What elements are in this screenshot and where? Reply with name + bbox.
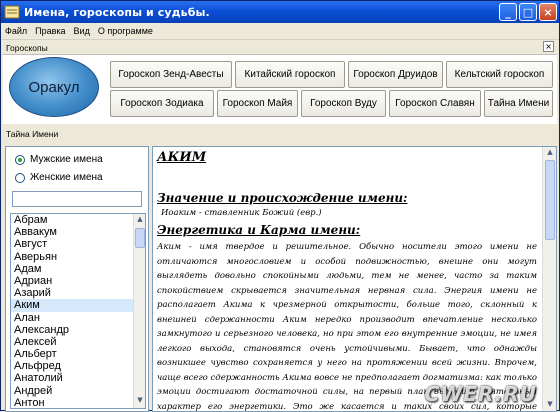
names-list[interactable]: Абрам Аввакум Август Аверьян Адам Адриан… (10, 213, 146, 409)
list-item[interactable]: Аверьян (11, 251, 133, 263)
window-controls: _ □ × (499, 3, 557, 21)
names-section-label: Тайна Имени (6, 129, 59, 139)
list-item[interactable]: Аввакум (11, 226, 133, 238)
name-filter-input[interactable] (12, 191, 142, 207)
slavic-horoscope-button[interactable]: Гороскоп Славян (389, 90, 481, 117)
menu-view[interactable]: Вид (74, 26, 90, 36)
oracle-button[interactable]: Оракул (9, 57, 99, 117)
maximize-icon[interactable]: □ (519, 3, 537, 21)
title-bar[interactable]: Имена, гороскопы и судьбы. _ □ × (1, 1, 559, 23)
energy-heading: Энергетика и Карма имени: (157, 223, 361, 237)
close-icon[interactable]: × (539, 3, 557, 21)
zend-avesta-horoscope-button[interactable]: Гороскоп Зенд-Авесты (110, 61, 232, 88)
watermark-logo: CWER.RU (424, 382, 537, 406)
scroll-down-icon[interactable]: ▼ (135, 396, 145, 407)
list-item[interactable]: Адам (11, 263, 133, 275)
names-panel: Мужские имена Женские имена Абрам Авваку… (5, 146, 149, 412)
male-radio-label: Мужские имена (30, 154, 103, 165)
list-item[interactable]: Антон (11, 397, 133, 408)
menu-edit[interactable]: Правка (35, 26, 65, 36)
description-text: АКИМ Значение и происхождение имени: Иоа… (157, 150, 537, 411)
list-item[interactable]: Август (11, 238, 133, 250)
description-scrollbar[interactable]: ▲ ▼ (542, 147, 556, 411)
scroll-thumb[interactable] (135, 228, 145, 248)
list-item[interactable]: Абрам (11, 214, 133, 226)
male-radio[interactable] (15, 154, 25, 165)
list-item[interactable]: Алексей (11, 336, 133, 348)
app-icon (4, 5, 20, 19)
window-title: Имена, гороскопы и судьбы. (24, 5, 210, 19)
meaning-text: Иоаким - ставленник Божий (евр.) (161, 208, 322, 218)
scroll-up-icon[interactable]: ▲ (545, 148, 555, 158)
female-radio[interactable] (15, 172, 25, 183)
voodoo-horoscope-button[interactable]: Гороскоп Вуду (301, 90, 386, 117)
maya-horoscope-button[interactable]: Гороскоп Майя (217, 90, 298, 117)
list-item[interactable]: Альфред (11, 360, 133, 372)
zodiac-horoscope-button[interactable]: Гороскоп Зодиака (110, 90, 214, 117)
list-item[interactable]: Александр (11, 324, 133, 336)
list-item[interactable]: Азарий (11, 287, 133, 299)
horoscopes-label: Гороскопы (6, 43, 48, 53)
scroll-thumb[interactable] (545, 160, 555, 240)
app-window: Имена, гороскопы и судьбы. _ □ × Файл Пр… (0, 0, 560, 412)
minimize-icon[interactable]: _ (499, 3, 517, 21)
female-radio-label: Женские имена (30, 172, 103, 183)
list-item[interactable]: Адриан (11, 275, 133, 287)
oracle-label: Оракул (28, 78, 80, 96)
celtic-horoscope-button[interactable]: Кельтский гороскоп (446, 61, 553, 88)
name-secret-button[interactable]: Тайна Имени (484, 90, 553, 117)
scroll-down-icon[interactable]: ▼ (545, 400, 555, 410)
list-item[interactable]: Алан (11, 312, 133, 324)
list-item[interactable]: Андрей (11, 385, 133, 397)
list-item[interactable]: Альберт (11, 348, 133, 360)
druid-horoscope-button[interactable]: Гороскоп Друидов (348, 61, 443, 88)
menu-bar: Файл Правка Вид О программе (1, 23, 559, 40)
list-item[interactable]: Анатолий (11, 372, 133, 384)
menu-file[interactable]: Файл (5, 26, 27, 36)
list-item-selected[interactable]: Аким (11, 299, 133, 312)
name-heading: АКИМ (157, 150, 207, 165)
panel-close-icon[interactable]: × (543, 41, 554, 52)
name-description-panel: АКИМ Значение и происхождение имени: Иоа… (152, 146, 557, 412)
names-list-scrollbar[interactable]: ▲ ▼ (133, 214, 145, 408)
female-names-option[interactable]: Женские имена (15, 172, 103, 183)
male-names-option[interactable]: Мужские имена (15, 154, 103, 165)
menu-about[interactable]: О программе (98, 26, 153, 36)
scroll-up-icon[interactable]: ▲ (135, 215, 145, 226)
chinese-horoscope-button[interactable]: Китайский гороскоп (235, 61, 345, 88)
meaning-heading: Значение и происхождение имени: (157, 191, 408, 205)
